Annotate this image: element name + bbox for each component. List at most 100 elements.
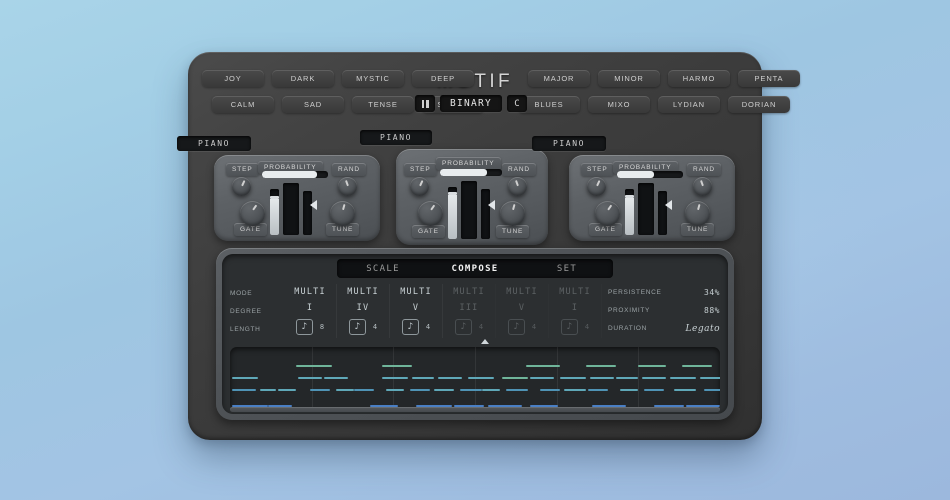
voice-mode-6[interactable]: MULTI (559, 287, 591, 297)
piano-roll-note[interactable] (506, 389, 528, 391)
mood-button-mystic[interactable]: MYSTIC (342, 70, 404, 87)
step-bars-1[interactable] (283, 183, 299, 235)
piano-roll-note[interactable] (382, 365, 412, 367)
fader-right-2[interactable] (481, 189, 490, 239)
key-display[interactable]: C (507, 95, 527, 112)
scale-button-dorian[interactable]: DORIAN (728, 96, 790, 113)
piano-roll-note[interactable] (412, 377, 434, 379)
mood-button-calm[interactable]: CALM (212, 96, 274, 113)
mood-button-sad[interactable]: SAD (282, 96, 344, 113)
step-bars-3[interactable] (638, 183, 654, 235)
mood-button-joy[interactable]: JOY (202, 70, 264, 87)
mood-button-deep[interactable]: DEEP (412, 70, 474, 87)
voice-length-value-1[interactable]: 8 (320, 323, 324, 331)
piano-roll-note[interactable] (324, 377, 348, 379)
module-title-display-3[interactable]: PIANO (532, 136, 606, 151)
piano-roll-note[interactable] (586, 365, 616, 367)
mood-button-dark[interactable]: DARK (272, 70, 334, 87)
knob-tune-1[interactable] (330, 201, 355, 226)
tab-set[interactable]: SET (521, 264, 613, 274)
piano-roll-note[interactable] (564, 389, 586, 391)
piano-roll-note[interactable] (616, 377, 638, 379)
piano-roll-note[interactable] (260, 389, 276, 391)
global-param-value-3[interactable]: Legato (686, 324, 720, 334)
knob-step-1[interactable] (232, 177, 251, 196)
scale-button-harmo[interactable]: HARMO (668, 70, 730, 87)
piano-roll-note[interactable] (526, 365, 560, 367)
piano-roll-note[interactable] (232, 377, 258, 379)
scale-button-major[interactable]: MAJOR (528, 70, 590, 87)
piano-roll-note[interactable] (482, 389, 500, 391)
eighth-note-icon-5[interactable]: ♪ (507, 319, 525, 335)
voice-column-2[interactable]: MULTI IV ♪ 4 (337, 284, 390, 338)
piano-roll-note[interactable] (354, 389, 374, 391)
piano-roll-note[interactable] (336, 389, 354, 391)
probability-bar-3[interactable] (617, 171, 683, 178)
piano-roll-note[interactable] (638, 365, 666, 367)
voice-mode-3[interactable]: MULTI (400, 287, 432, 297)
knob-rand-1[interactable] (338, 177, 357, 196)
piano-roll-note[interactable] (642, 377, 666, 379)
global-param-value-2[interactable]: 88% (704, 306, 720, 315)
piano-roll-note[interactable] (644, 389, 664, 391)
voice-mode-5[interactable]: MULTI (506, 287, 538, 297)
voice-degree-6[interactable]: I (572, 303, 578, 313)
eighth-note-icon-1[interactable]: ♪ (295, 319, 313, 335)
piano-roll-note[interactable] (434, 389, 454, 391)
knob-tune-2[interactable] (500, 201, 525, 226)
knob-tune-3[interactable] (685, 201, 710, 226)
voice-column-1[interactable]: MULTI I ♪ 8 (284, 284, 337, 338)
scale-button-mixo[interactable]: MIXO (588, 96, 650, 113)
fader-right-3[interactable] (658, 191, 667, 235)
voice-length-value-6[interactable]: 4 (585, 323, 589, 331)
knob-gate-3[interactable] (595, 201, 620, 226)
voice-length-value-2[interactable]: 4 (373, 323, 377, 331)
tab-compose[interactable]: COMPOSE (429, 264, 521, 274)
probability-bar-2[interactable] (440, 169, 502, 176)
piano-roll-note[interactable] (438, 377, 462, 379)
voice-column-5[interactable]: MULTI V ♪ 4 (496, 284, 549, 338)
voice-length-value-4[interactable]: 4 (479, 323, 483, 331)
knob-rand-2[interactable] (508, 177, 527, 196)
piano-roll[interactable] (230, 347, 720, 411)
voice-degree-3[interactable]: V (413, 303, 419, 313)
piano-roll-note[interactable] (410, 389, 430, 391)
knob-step-3[interactable] (587, 177, 606, 196)
voice-degree-4[interactable]: III (460, 303, 479, 313)
voice-degree-5[interactable]: V (519, 303, 525, 313)
eighth-note-icon-3[interactable]: ♪ (401, 319, 419, 335)
voice-degree-2[interactable]: IV (357, 303, 370, 313)
mode-display[interactable]: BINARY (440, 95, 502, 112)
piano-roll-note[interactable] (278, 389, 296, 391)
module-title-display-2[interactable]: PIANO (360, 130, 432, 145)
voice-mode-2[interactable]: MULTI (347, 287, 379, 297)
piano-roll-note[interactable] (298, 377, 322, 379)
knob-rand-3[interactable] (693, 177, 712, 196)
fader-left-3[interactable] (625, 189, 634, 235)
scale-button-lydian[interactable]: LYDIAN (658, 96, 720, 113)
piano-roll-note[interactable] (530, 377, 554, 379)
voice-length-value-5[interactable]: 4 (532, 323, 536, 331)
voice-mode-1[interactable]: MULTI (294, 287, 326, 297)
piano-roll-note[interactable] (232, 389, 256, 391)
knob-step-2[interactable] (410, 177, 429, 196)
knob-gate-2[interactable] (418, 201, 443, 226)
piano-roll-note[interactable] (682, 365, 712, 367)
eighth-note-icon-6[interactable]: ♪ (560, 319, 578, 335)
piano-roll-note[interactable] (310, 389, 330, 391)
eighth-note-icon-2[interactable]: ♪ (348, 319, 366, 335)
scale-button-minor[interactable]: MINOR (598, 70, 660, 87)
voice-length-value-3[interactable]: 4 (426, 323, 430, 331)
global-param-value-1[interactable]: 34% (704, 288, 720, 297)
fader-right-1[interactable] (303, 191, 312, 235)
voice-column-4[interactable]: MULTI III ♪ 4 (443, 284, 496, 338)
voice-degree-1[interactable]: I (307, 303, 313, 313)
piano-roll-note[interactable] (590, 377, 614, 379)
pause-icon[interactable] (415, 95, 435, 112)
piano-roll-note[interactable] (670, 377, 696, 379)
piano-roll-note[interactable] (704, 389, 720, 391)
fader-left-1[interactable] (270, 189, 279, 235)
knob-gate-1[interactable] (240, 201, 265, 226)
piano-roll-note[interactable] (674, 389, 696, 391)
step-bars-2[interactable] (461, 181, 477, 239)
